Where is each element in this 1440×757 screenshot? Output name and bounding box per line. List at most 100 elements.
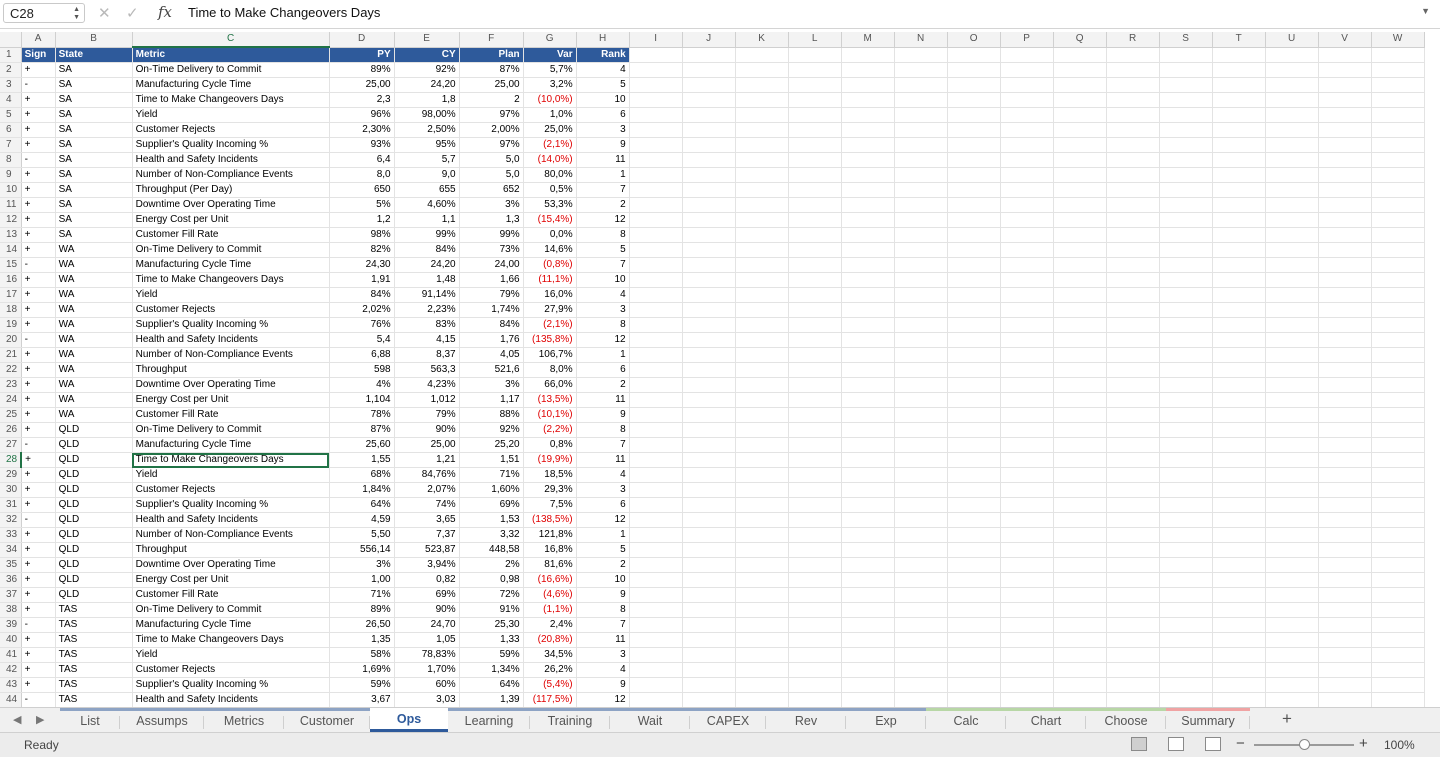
empty-cell[interactable] (1000, 287, 1054, 303)
empty-cell[interactable] (1106, 647, 1160, 663)
cell[interactable]: QLD (55, 452, 133, 468)
cell[interactable]: 71% (459, 467, 524, 483)
cell[interactable]: Downtime Over Operating Time (132, 557, 330, 573)
empty-cell[interactable] (947, 332, 1001, 348)
empty-cell[interactable] (947, 632, 1001, 648)
cell[interactable]: On-Time Delivery to Commit (132, 242, 330, 258)
column-header-p[interactable]: P (1000, 32, 1054, 48)
cell[interactable]: 1,76 (459, 332, 524, 348)
cell[interactable]: 1,74% (459, 302, 524, 318)
empty-cell[interactable] (788, 557, 842, 573)
empty-cell[interactable] (947, 227, 1001, 243)
row-header[interactable]: 15 (0, 257, 22, 273)
cell[interactable]: 5,50 (329, 527, 395, 543)
row-header[interactable]: 12 (0, 212, 22, 228)
empty-cell[interactable] (1159, 557, 1213, 573)
cell[interactable]: 5,7 (394, 152, 460, 168)
cell[interactable]: SA (55, 212, 133, 228)
empty-cell[interactable] (682, 407, 736, 423)
empty-cell[interactable] (1318, 632, 1372, 648)
cell[interactable]: (2,1%) (523, 137, 577, 153)
cell[interactable]: WA (55, 407, 133, 423)
empty-cell[interactable] (947, 572, 1001, 588)
empty-cell[interactable] (788, 77, 842, 93)
cell[interactable]: 89% (329, 62, 395, 78)
empty-cell[interactable] (841, 152, 895, 168)
empty-cell[interactable] (1053, 107, 1107, 123)
empty-cell[interactable] (735, 497, 789, 513)
empty-cell[interactable] (841, 317, 895, 333)
empty-cell[interactable] (788, 242, 842, 258)
empty-cell[interactable] (735, 467, 789, 483)
empty-cell[interactable] (735, 107, 789, 123)
cell[interactable]: On-Time Delivery to Commit (132, 62, 330, 78)
empty-cell[interactable] (735, 482, 789, 498)
empty-cell[interactable] (947, 77, 1001, 93)
empty-cell[interactable] (1318, 677, 1372, 693)
empty-cell[interactable] (788, 362, 842, 378)
empty-cell[interactable] (1371, 77, 1425, 93)
empty-cell[interactable] (1106, 527, 1160, 543)
empty-cell[interactable] (1159, 467, 1213, 483)
empty-cell[interactable] (735, 377, 789, 393)
empty-cell[interactable] (947, 317, 1001, 333)
column-header-k[interactable]: K (735, 32, 789, 48)
cell[interactable]: 1,91 (329, 272, 395, 288)
empty-cell[interactable] (1212, 152, 1266, 168)
header-cell[interactable]: Metric (132, 47, 330, 63)
empty-cell[interactable] (1000, 497, 1054, 513)
empty-cell[interactable] (1371, 497, 1425, 513)
cell[interactable]: Number of Non-Compliance Events (132, 167, 330, 183)
cell[interactable]: 0,82 (394, 572, 460, 588)
empty-cell[interactable] (1053, 407, 1107, 423)
empty-cell[interactable] (1371, 287, 1425, 303)
zoom-slider-thumb[interactable] (1299, 739, 1310, 750)
empty-cell[interactable] (947, 677, 1001, 693)
cell[interactable]: + (21, 167, 56, 183)
row-header[interactable]: 3 (0, 77, 22, 93)
cell[interactable]: 3 (576, 482, 630, 498)
empty-cell[interactable] (629, 122, 683, 138)
empty-cell[interactable] (788, 467, 842, 483)
empty-cell[interactable] (629, 377, 683, 393)
sheet-tab-metrics[interactable]: Metrics (204, 708, 284, 732)
empty-cell[interactable] (629, 512, 683, 528)
cell[interactable]: + (21, 632, 56, 648)
empty-cell[interactable] (1371, 542, 1425, 558)
formula-input[interactable]: Time to Make Changeovers Days (188, 5, 380, 20)
column-header-t[interactable]: T (1212, 32, 1266, 48)
cell[interactable]: QLD (55, 557, 133, 573)
cell[interactable]: 5 (576, 77, 630, 93)
empty-cell[interactable] (1000, 617, 1054, 633)
cell[interactable]: 2,50% (394, 122, 460, 138)
empty-cell[interactable] (1053, 317, 1107, 333)
empty-cell[interactable] (894, 317, 948, 333)
empty-cell[interactable] (1106, 227, 1160, 243)
empty-cell[interactable] (1212, 497, 1266, 513)
empty-cell[interactable] (1212, 317, 1266, 333)
empty-cell[interactable] (735, 77, 789, 93)
empty-cell[interactable] (1000, 467, 1054, 483)
cell[interactable]: (5,4%) (523, 677, 577, 693)
empty-cell[interactable] (788, 407, 842, 423)
empty-cell[interactable] (1371, 302, 1425, 318)
empty-cell[interactable] (735, 347, 789, 363)
cell[interactable]: 25,0% (523, 122, 577, 138)
empty-cell[interactable] (1212, 377, 1266, 393)
cell[interactable]: 27,9% (523, 302, 577, 318)
empty-cell[interactable] (788, 527, 842, 543)
cell[interactable]: 4,05 (459, 347, 524, 363)
empty-cell[interactable] (629, 572, 683, 588)
empty-cell[interactable] (1318, 452, 1372, 468)
empty-cell[interactable] (894, 272, 948, 288)
cell[interactable]: Yield (132, 107, 330, 123)
cell[interactable]: 3% (329, 557, 395, 573)
cell[interactable]: 59% (459, 647, 524, 663)
cell[interactable]: Supplier's Quality Incoming % (132, 317, 330, 333)
empty-cell[interactable] (947, 602, 1001, 618)
empty-cell[interactable] (629, 602, 683, 618)
empty-cell[interactable] (947, 137, 1001, 153)
empty-cell[interactable] (1212, 467, 1266, 483)
cell[interactable]: Energy Cost per Unit (132, 572, 330, 588)
empty-cell[interactable] (682, 167, 736, 183)
